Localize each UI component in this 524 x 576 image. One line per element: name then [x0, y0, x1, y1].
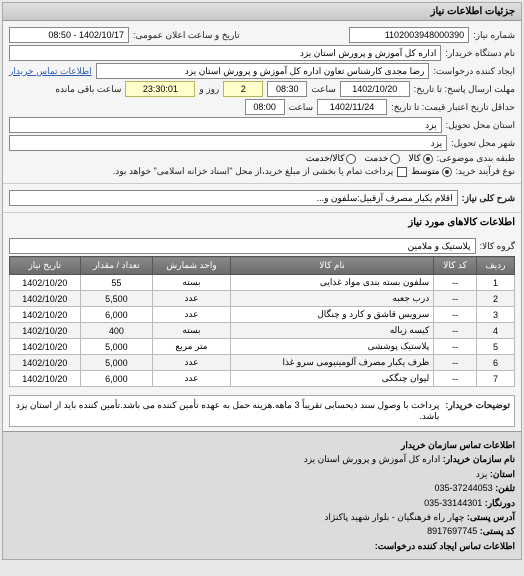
buyer-value: اداره کل آموزش و پرورش استان یزد: [9, 45, 441, 61]
desc-label: توضیحات خریدار:: [445, 400, 510, 422]
province-label: استان محل تحویل:: [446, 120, 515, 131]
city-label: شهر محل تحویل:: [451, 138, 515, 149]
radio-icon: [390, 154, 400, 164]
col-unit[interactable]: واحد شمارش: [153, 257, 231, 275]
requester-label: ایجاد کننده درخواست:: [433, 66, 515, 77]
requester-value: رضا مجدی کارشناس تعاون اداره کل آموزش و …: [96, 63, 430, 79]
desc-text: پرداخت با وصول سند ذیحسابی تقریباً 3 ماه…: [14, 400, 439, 422]
budget-radio-kala[interactable]: کالا: [408, 153, 432, 164]
contact-title: اطلاعات تماس سازمان خریدار: [9, 438, 515, 452]
table-row[interactable]: 2--درب جعبهعدد5,5001402/10/20: [10, 291, 515, 307]
goods-section-title: اطلاعات کالاهای مورد نیاز: [3, 212, 521, 232]
req-no-value: 1102003948000390: [349, 27, 469, 43]
col-row[interactable]: ردیف: [476, 257, 514, 275]
time-label-2: ساعت: [289, 102, 314, 113]
validity-label: حداقل تاریخ اعتبار قیمت: تا تاریخ:: [391, 102, 515, 113]
pay-check-label: پرداخت تمام یا بخشی از مبلغ خرید،از محل …: [113, 166, 393, 177]
announce-value: 1402/10/17 - 08:50: [9, 27, 129, 43]
announce-label: تاریخ و ساعت اعلان عمومی:: [133, 30, 240, 41]
c-province-value: یزد: [476, 469, 487, 479]
col-qty[interactable]: تعداد / مقدار: [80, 257, 153, 275]
radio-icon: [423, 154, 433, 164]
proc-radio-group: متوسط: [411, 166, 451, 177]
goods-table: ردیف کد کالا نام کالا واحد شمارش تعداد /…: [9, 256, 515, 387]
col-code[interactable]: کد کالا: [434, 257, 477, 275]
table-row[interactable]: 7--لیوان چنگکیعدد6,0001402/10/20: [10, 371, 515, 387]
radio-icon: [346, 154, 356, 164]
goods-table-body: 1--سلفون بسته بندی مواد غذاییبسته551402/…: [10, 275, 515, 387]
fax-label: دورنگار:: [485, 498, 515, 508]
buyer-description: توضیحات خریدار: پرداخت با وصول سند ذیحسا…: [9, 395, 515, 427]
addr-label: آدرس پستی:: [467, 512, 515, 522]
table-row[interactable]: 4--کیسه زبالهبسته4001402/10/20: [10, 323, 515, 339]
remain-suffix: ساعت باقی مانده: [55, 84, 121, 95]
details-panel: جزئیات اطلاعات نیاز شماره نیاز: 11020039…: [2, 2, 522, 560]
validity-date: 1402/11/24: [317, 99, 387, 115]
fax-value: 33144301-035: [424, 498, 482, 508]
city-value: یزد: [9, 135, 447, 151]
table-row[interactable]: 1--سلفون بسته بندی مواد غذاییبسته551402/…: [10, 275, 515, 291]
treasury-checkbox[interactable]: [397, 167, 407, 177]
budget-radio-both[interactable]: کالا/خدمت: [306, 153, 357, 164]
phone-label: تلفن:: [495, 483, 515, 493]
c-province-label: استان:: [490, 469, 515, 479]
budget-label: طبقه بندی موضوعی:: [437, 153, 515, 164]
table-row[interactable]: 3--سرویس قاشق و کارد و چنگالعدد6,0001402…: [10, 307, 515, 323]
org-value: اداره کل آموزش و پرورش استان یزد: [304, 454, 441, 464]
need-title-value: اقلام یکبار مصرف آزقبیل:سلفون و...: [9, 190, 458, 206]
post-value: 8917697745: [427, 526, 477, 536]
budget-radio-service[interactable]: خدمت: [364, 153, 400, 164]
panel-title: جزئیات اطلاعات نیاز: [3, 3, 521, 21]
province-value: یزد: [9, 117, 442, 133]
proc-label: نوع فرآیند خرید:: [456, 166, 516, 177]
buyer-label: نام دستگاه خریدار:: [445, 48, 515, 59]
remain-days: 2: [223, 81, 263, 97]
post-label: کد پستی:: [480, 526, 515, 536]
need-title-label: شرح کلی نیاز:: [462, 193, 515, 204]
contact-info: اطلاعات تماس سازمان خریدار نام سازمان خر…: [3, 431, 521, 559]
group-value: پلاستیک و ملامین: [9, 238, 476, 254]
addr-value: چهار راه فرهنگیان - بلوار شهید پاکنژاد: [324, 512, 464, 522]
table-row[interactable]: 5--پلاستیک پوششیمتر مربع5,0001402/10/20: [10, 339, 515, 355]
contact-link[interactable]: اطلاعات تماس خریدار: [9, 66, 92, 77]
req-contact-label: اطلاعات تماس ایجاد کننده درخواست:: [9, 539, 515, 553]
table-header-row: ردیف کد کالا نام کالا واحد شمارش تعداد /…: [10, 257, 515, 275]
remain-time: 23:30:01: [125, 81, 195, 97]
table-row[interactable]: 6--ظرف یکبار مصرف آلومینیومی سرو غذاعدد5…: [10, 355, 515, 371]
deadline-time: 08:30: [267, 81, 307, 97]
group-label: گروه کالا:: [480, 241, 515, 252]
org-label: نام سازمان خریدار:: [443, 454, 515, 464]
col-name[interactable]: نام کالا: [230, 257, 433, 275]
deadline-label: مهلت ارسال پاسخ: تا تاریخ:: [414, 84, 515, 95]
budget-radio-group: کالا خدمت کالا/خدمت: [306, 153, 433, 164]
form-body: شماره نیاز: 1102003948000390 تاریخ و ساع…: [3, 21, 521, 183]
phone-value: 37244053-035: [435, 483, 493, 493]
validity-time: 08:00: [245, 99, 285, 115]
radio-icon: [442, 167, 452, 177]
col-date[interactable]: تاریخ نیاز: [10, 257, 81, 275]
day-word: روز و: [199, 84, 219, 95]
time-label-1: ساعت: [311, 84, 336, 95]
proc-radio-medium[interactable]: متوسط: [411, 166, 451, 177]
req-no-label: شماره نیاز:: [473, 30, 515, 41]
deadline-date: 1402/10/20: [340, 81, 410, 97]
